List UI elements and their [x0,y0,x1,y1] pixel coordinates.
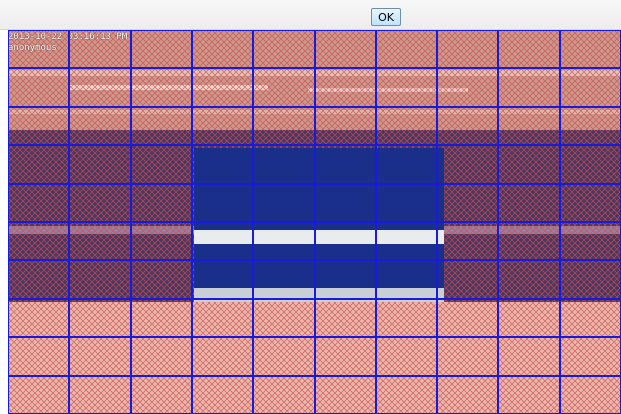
ok-button[interactable]: OK [371,8,401,26]
mask-grid[interactable] [8,30,621,414]
toolbar: OK [0,0,621,30]
video-preview[interactable]: 2013-10-22 03:16:13 PM anonymous [8,30,621,414]
